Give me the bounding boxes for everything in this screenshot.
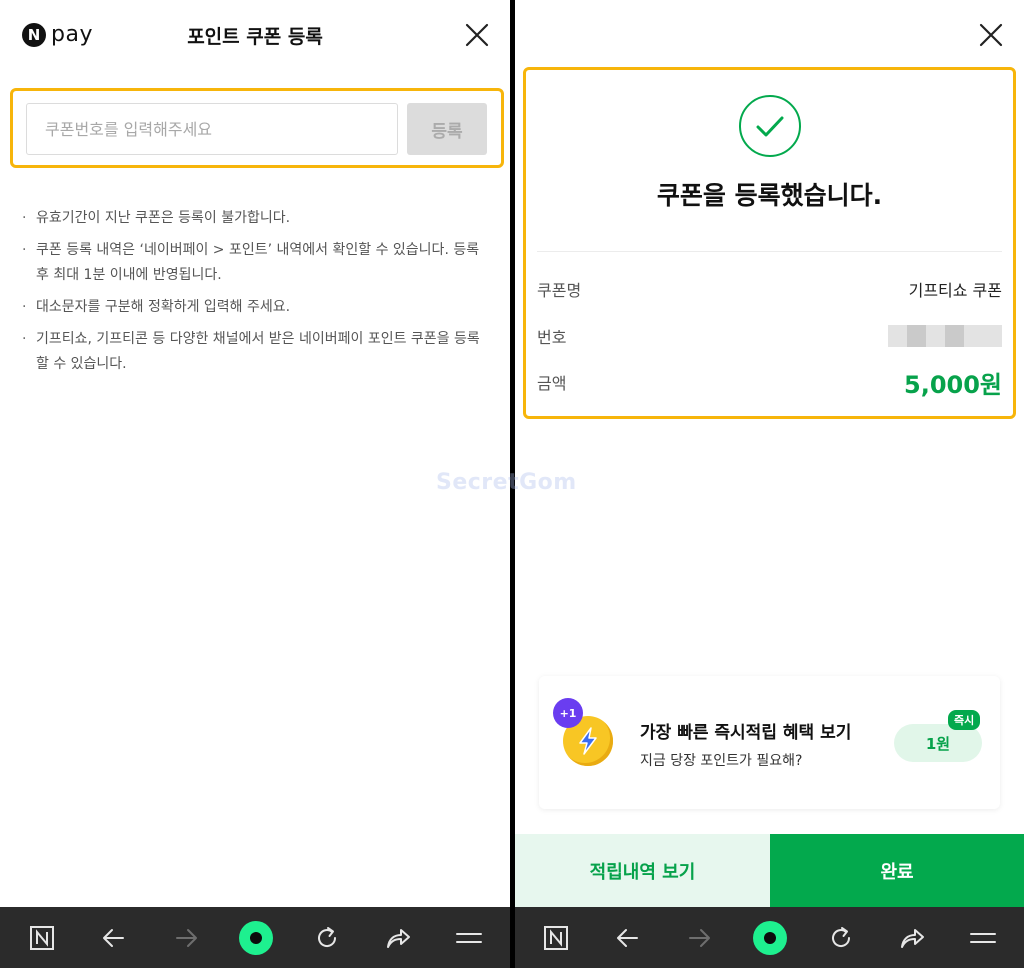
notice-item: 유효기간이 지난 쿠폰은 등록이 불가합니다. [22,206,492,231]
notice-item: 기프티쇼, 기프티콘 등 다양한 채널에서 받은 네이버페이 포인트 쿠폰을 등… [22,327,492,377]
promo-title: 가장 빠른 즉시적립 혜택 보기 [640,723,852,743]
share-icon[interactable] [385,925,411,951]
promo-subtitle: 지금 당장 포인트가 필요해? [640,753,803,769]
coupon-success-screen: 쿠폰을 등록했습니다. 쿠폰명 기프티쇼 쿠폰 번호 금액 5,000원 +1 … [515,0,1024,968]
back-arrow-icon[interactable] [615,925,641,951]
masked-coupon-number [888,325,1002,347]
coupon-number-row: 번호 [537,321,1002,351]
register-button[interactable]: 등록 [407,103,487,155]
naver-home-icon[interactable] [29,925,55,951]
refresh-icon[interactable] [314,925,340,951]
notice-item: 대소문자를 구분해 정확하게 입력해 주세요. [22,295,492,320]
view-history-button[interactable]: 적립내역 보기 [515,834,770,907]
check-circle-icon [739,95,801,157]
menu-icon[interactable] [970,925,996,951]
back-arrow-icon[interactable] [101,925,127,951]
forward-arrow-icon[interactable] [686,925,712,951]
coupon-number-label: 번호 [537,328,567,347]
divider [537,251,1002,252]
browser-toolbar [0,907,510,968]
menu-icon[interactable] [456,925,482,951]
success-message: 쿠폰을 등록했습니다. [656,181,883,210]
coupon-name-row: 쿠폰명 기프티쇼 쿠폰 [537,274,1002,304]
instant-reward-banner[interactable]: +1 가장 빠른 즉시적립 혜택 보기 지금 당장 포인트가 필요해? 1원 즉… [539,676,1000,809]
browser-toolbar [515,907,1024,968]
amount-value: 5,000원 [904,370,1002,399]
coupon-register-screen: N pay 포인트 쿠폰 등록 등록 유효기간이 지난 쿠폰은 등록이 불가합니… [0,0,510,968]
done-button[interactable]: 완료 [770,834,1024,907]
coupon-name-value: 기프티쇼 쿠폰 [908,281,1002,300]
coupon-number-input[interactable] [26,103,398,155]
close-icon[interactable] [465,23,489,47]
amount-label: 금액 [537,374,567,393]
plus-one-badge: +1 [553,698,583,728]
page-title: 포인트 쿠폰 등록 [187,26,323,48]
close-icon[interactable] [979,23,1003,47]
forward-arrow-icon[interactable] [173,925,199,951]
share-icon[interactable] [899,925,925,951]
instant-tag: 즉시 [948,710,981,730]
notice-item: 쿠폰 등록 내역은 ‘네이버페이 > 포인트’ 내역에서 확인할 수 있습니다.… [22,238,492,288]
amount-row: 금액 5,000원 [537,367,1002,399]
notice-list: 유효기간이 지난 쿠폰은 등록이 불가합니다. 쿠폰 등록 내역은 ‘네이버페이… [22,206,492,384]
naver-home-icon[interactable] [543,925,569,951]
green-dot-icon[interactable] [239,921,273,955]
refresh-icon[interactable] [828,925,854,951]
green-dot-icon[interactable] [753,921,787,955]
coupon-name-label: 쿠폰명 [537,281,582,300]
